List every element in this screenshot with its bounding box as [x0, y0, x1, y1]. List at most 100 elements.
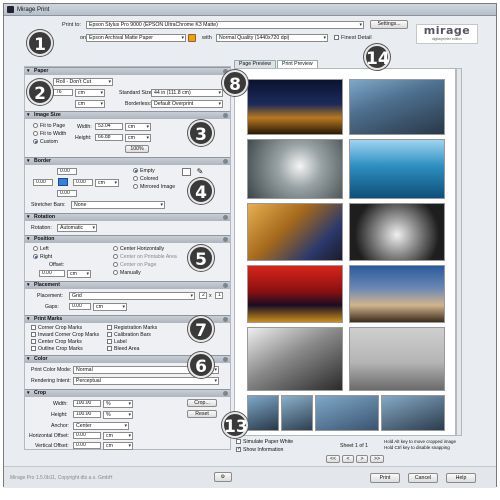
position-right-option[interactable]: Right: [33, 254, 52, 260]
tab-print-preview[interactable]: Print Preview: [277, 60, 318, 68]
preview-image-dolphins[interactable]: [349, 139, 445, 199]
eyedropper-icon[interactable]: ✎: [195, 167, 205, 176]
preview-image-bridge-small-3[interactable]: [315, 395, 379, 431]
paper-section-header[interactable]: Paper: [25, 67, 230, 75]
preview-image-bridge-small-1[interactable]: [247, 395, 279, 431]
cancel-button[interactable]: Cancel: [408, 473, 438, 483]
center-crop-marks-checkbox[interactable]: [31, 339, 36, 345]
rendering-intent-select[interactable]: Perceptual: [73, 377, 219, 385]
print-button[interactable]: Print: [370, 473, 400, 483]
bleed-area-option[interactable]: Bleed Area: [107, 346, 139, 352]
border-right-field[interactable]: 0.00: [73, 179, 93, 186]
fit-to-width-radio[interactable]: [33, 131, 38, 137]
border-colored-radio[interactable]: [133, 176, 138, 182]
border-unit-select[interactable]: cm: [95, 179, 119, 187]
custom-size-option[interactable]: Custom: [33, 139, 58, 145]
preview-image-sunflower[interactable]: [247, 203, 343, 261]
paper-select[interactable]: Epson Archival Matte Paper: [86, 34, 186, 42]
vertical-offset-field[interactable]: 0.00: [73, 442, 101, 449]
printer-select[interactable]: Epson Stylus Pro 9000 (EPSON UltraChrome…: [86, 21, 364, 29]
preview-image-bridge-small-2[interactable]: [281, 395, 313, 431]
border-section-header[interactable]: Border: [25, 157, 230, 165]
finest-detail-checkbox[interactable]: [334, 35, 339, 41]
help-button[interactable]: Help: [446, 473, 476, 483]
crop-width-field[interactable]: 100.00: [73, 400, 101, 407]
simulate-paper-white-option[interactable]: Simulate Paper White: [236, 439, 293, 445]
print-preview-area[interactable]: [234, 68, 456, 436]
manually-radio[interactable]: [113, 270, 118, 276]
first-sheet-button[interactable]: <<: [326, 455, 340, 463]
image-width-unit[interactable]: cm: [125, 123, 151, 131]
standard-size-select[interactable]: 44 in (111.8 cm): [151, 89, 223, 97]
image-height-unit[interactable]: cm: [125, 134, 151, 142]
show-information-checkbox[interactable]: [236, 446, 241, 453]
reset-button[interactable]: Reset: [187, 410, 217, 418]
offset-field[interactable]: 0.00: [39, 270, 65, 277]
center-crop-marks-option[interactable]: Center Crop Marks: [31, 339, 82, 345]
stretcher-bars-select[interactable]: None: [71, 201, 165, 209]
crop-button[interactable]: Crop...: [187, 399, 217, 407]
last-sheet-button[interactable]: >>: [370, 455, 384, 463]
border-bottom-field[interactable]: 0.00: [57, 190, 77, 197]
finest-detail-option[interactable]: Finest Detail: [334, 35, 372, 41]
outline-crop-marks-checkbox[interactable]: [31, 346, 36, 352]
position-section-header[interactable]: Position: [25, 235, 230, 243]
anchor-select[interactable]: Center: [73, 422, 129, 430]
preview-image-city-night[interactable]: [247, 79, 343, 135]
placement-section-header[interactable]: Placement: [25, 281, 230, 289]
border-empty-radio[interactable]: [133, 168, 138, 174]
position-right-radio[interactable]: [33, 254, 38, 260]
paper-info-icon[interactable]: [188, 34, 196, 42]
preview-scrollbar[interactable]: [456, 68, 462, 436]
prev-sheet-button[interactable]: <: [342, 455, 354, 463]
registration-marks-checkbox[interactable]: [107, 325, 112, 331]
horizontal-offset-unit[interactable]: cm: [103, 432, 133, 440]
crop-section-header[interactable]: Crop: [25, 389, 230, 397]
image-width-field[interactable]: 53.04: [95, 123, 123, 130]
next-sheet-button[interactable]: >: [356, 455, 368, 463]
border-top-field[interactable]: 0.00: [57, 168, 77, 175]
percent-100-button[interactable]: 100%: [125, 145, 149, 153]
center-page-radio[interactable]: [113, 262, 118, 268]
crop-height-field[interactable]: 100.00: [73, 411, 101, 418]
center-horizontally-option[interactable]: Center Horizontally: [113, 246, 164, 252]
horizontal-offset-field[interactable]: 0.00: [73, 432, 101, 439]
center-horizontally-radio[interactable]: [113, 246, 118, 252]
gaps-unit-select[interactable]: cm: [93, 303, 127, 311]
border-left-field[interactable]: 0.00: [33, 179, 53, 186]
border-color-swatch[interactable]: [182, 168, 191, 176]
rotation-select[interactable]: Automatic: [57, 224, 97, 232]
preview-image-bridge-cables[interactable]: [349, 79, 445, 135]
fit-to-page-option[interactable]: Fit to Page: [33, 123, 65, 129]
image-size-section-header[interactable]: Image Size: [25, 111, 230, 119]
border-empty-option[interactable]: Empty: [133, 168, 155, 174]
inward-crop-marks-option[interactable]: Inward Corner Crop Marks: [31, 332, 99, 338]
center-printable-radio[interactable]: [113, 254, 118, 260]
corner-crop-marks-option[interactable]: Corner Crop Marks: [31, 325, 82, 331]
border-mirrored-radio[interactable]: [133, 184, 138, 190]
grid-cols-field[interactable]: 2: [199, 292, 207, 299]
crop-height-unit[interactable]: %: [103, 411, 133, 419]
show-information-option[interactable]: Show Information: [236, 446, 283, 453]
custom-size-radio[interactable]: [33, 139, 38, 145]
preview-image-bridge-small-4[interactable]: [381, 395, 445, 431]
inward-crop-marks-checkbox[interactable]: [31, 332, 36, 338]
border-colored-option[interactable]: Colored: [133, 176, 158, 182]
placement-select[interactable]: Grid: [69, 292, 195, 300]
paper-width-unit[interactable]: cm: [75, 89, 105, 97]
fit-to-page-radio[interactable]: [33, 123, 38, 129]
position-left-radio[interactable]: [33, 246, 38, 252]
gear-menu-button[interactable]: ⚙: [214, 472, 232, 482]
preview-image-cups-bw[interactable]: [349, 203, 445, 261]
fit-to-width-option[interactable]: Fit to Width: [33, 131, 66, 137]
quality-select[interactable]: Normal Quality (1440x720 dpi): [216, 34, 328, 42]
label-option[interactable]: Label: [107, 339, 127, 345]
position-left-option[interactable]: Left: [33, 246, 49, 252]
image-height-field[interactable]: 66.88: [95, 134, 123, 141]
center-printable-option[interactable]: Center on Printable Area: [113, 254, 177, 260]
center-page-option[interactable]: Center on Page: [113, 262, 156, 268]
preview-image-eiffel-tower[interactable]: [247, 139, 343, 199]
grid-rows-field[interactable]: 1: [215, 292, 223, 299]
preview-image-red-sky-city[interactable]: [247, 265, 343, 323]
preview-image-boat-lake[interactable]: [349, 327, 445, 391]
